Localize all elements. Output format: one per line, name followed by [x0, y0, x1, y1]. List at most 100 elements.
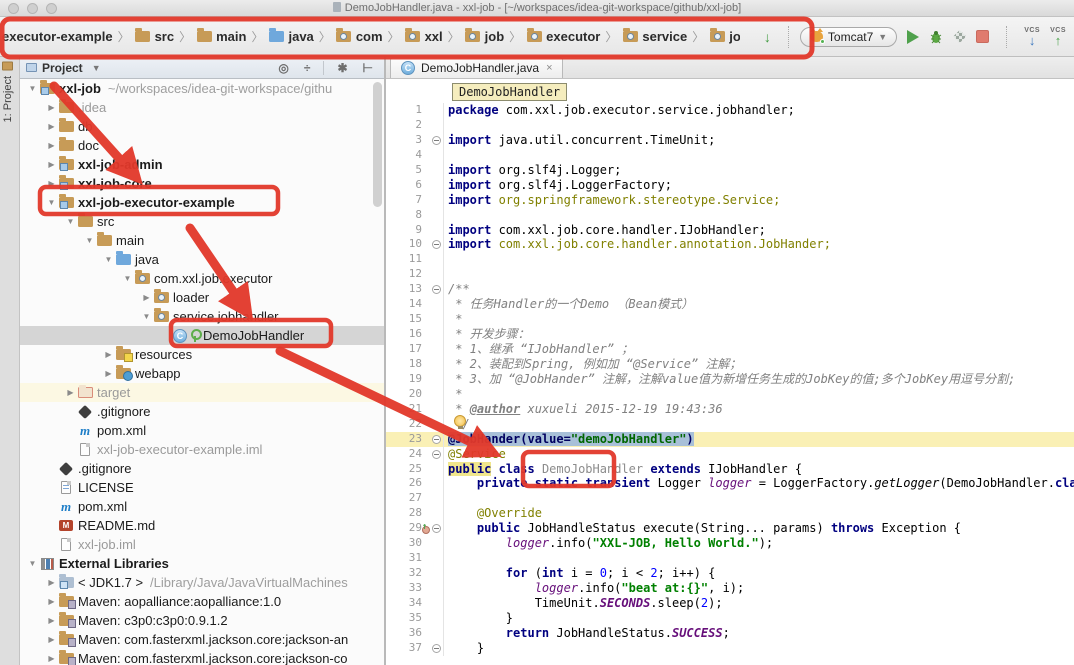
tree-expand-arrow-icon[interactable]: ▼: [83, 236, 96, 245]
fold-marker-icon[interactable]: [432, 285, 441, 294]
tool-window-tab-project[interactable]: 1: Project: [2, 61, 14, 122]
tree-item-java[interactable]: ▼java: [20, 250, 384, 269]
tree-item-db[interactable]: ▶db: [20, 117, 384, 136]
tree-expand-arrow-icon[interactable]: ▼: [45, 198, 58, 207]
breadcrumb-item-job[interactable]: job: [465, 29, 505, 44]
tree-collapse-arrow-icon[interactable]: ▶: [102, 350, 115, 359]
tree-collapse-arrow-icon[interactable]: ▶: [45, 103, 58, 112]
tree-item-demojobhandler[interactable]: DemoJobHandler: [20, 326, 384, 345]
tree-collapse-arrow-icon[interactable]: ▶: [45, 654, 58, 663]
tree-expand-arrow-icon[interactable]: ▼: [102, 255, 115, 264]
tree-collapse-arrow-icon[interactable]: ▶: [102, 369, 115, 378]
locate-file-icon[interactable]: ◎: [278, 62, 288, 74]
tree-scrollbar[interactable]: [373, 82, 382, 207]
chevron-down-icon[interactable]: ▼: [92, 63, 101, 73]
breadcrumb-item-executor[interactable]: executor: [526, 29, 600, 44]
breadcrumb-item-java[interactable]: java: [268, 29, 313, 44]
breadcrumb-item-service[interactable]: service: [622, 29, 687, 44]
tree-item-idea[interactable]: ▶.idea: [20, 98, 384, 117]
fold-marker-icon[interactable]: [432, 435, 441, 444]
vcs-update-button[interactable]: VCS↓: [1024, 27, 1040, 47]
breadcrumb-item-jobhandler[interactable]: jobhandler: [709, 29, 740, 44]
toolbar-separator: [788, 26, 789, 48]
editor-tab-demojobhandler[interactable]: DemoJobHandler.java ×: [390, 57, 563, 78]
tree-expand-arrow-icon[interactable]: ▼: [64, 217, 77, 226]
tree-item-license[interactable]: LICENSE: [20, 478, 384, 497]
code-editor[interactable]: DemoJobHandler 1package com.xxl.job.exec…: [386, 79, 1074, 665]
tree-collapse-arrow-icon[interactable]: ▶: [45, 160, 58, 169]
breadcrumb-item-main[interactable]: main: [196, 29, 246, 44]
fold-marker-icon[interactable]: [432, 240, 441, 249]
fold-marker-icon[interactable]: [432, 450, 441, 459]
tree-collapse-arrow-icon[interactable]: ▶: [45, 179, 58, 188]
override-method-icon[interactable]: [421, 523, 430, 534]
tree-item-maven-aopalliance-aopalliance-1-0[interactable]: ▶Maven: aopalliance:aopalliance:1.0: [20, 592, 384, 611]
tree-expand-arrow-icon[interactable]: ▼: [26, 84, 39, 93]
gutter-icons: [422, 163, 444, 178]
collapse-all-icon[interactable]: ÷: [304, 62, 311, 74]
tree-item-maven-c3p0-c3p0-0-9-1-2[interactable]: ▶Maven: c3p0:c3p0:0.9.1.2: [20, 611, 384, 630]
fold-marker-icon[interactable]: [432, 644, 441, 653]
tree-item-pom-xml[interactable]: pom.xml: [20, 421, 384, 440]
settings-gear-icon[interactable]: ✱: [337, 62, 347, 74]
tree-item-loader[interactable]: ▶loader: [20, 288, 384, 307]
tree-expand-arrow-icon[interactable]: ▼: [140, 312, 153, 321]
line-number: 12: [386, 267, 422, 282]
tree-collapse-arrow-icon[interactable]: ▶: [45, 578, 58, 587]
tree-item-webapp[interactable]: ▶webapp: [20, 364, 384, 383]
tree-collapse-arrow-icon[interactable]: ▶: [45, 616, 58, 625]
tree-collapse-arrow-icon[interactable]: ▶: [45, 141, 58, 150]
tree-collapse-arrow-icon[interactable]: ▶: [64, 388, 77, 397]
code-line-23: 23@JobHander(value="demoJobHandler"): [386, 432, 1074, 447]
tree-item-doc[interactable]: ▶doc: [20, 136, 384, 155]
tree-item-external-libraries[interactable]: ▼External Libraries: [20, 554, 384, 573]
tree-item-xxl-job-core[interactable]: ▶xxl-job-core: [20, 174, 384, 193]
tree-item-target[interactable]: ▶target: [20, 383, 384, 402]
fold-marker-icon[interactable]: [432, 136, 441, 145]
breadcrumb-item-xxl[interactable]: xxl: [405, 29, 443, 44]
tree-item-xxl-job-executor-example[interactable]: ▼xxl-job-executor-example: [20, 193, 384, 212]
close-tab-icon[interactable]: ×: [546, 62, 552, 74]
fold-marker-icon[interactable]: [432, 524, 441, 533]
tree-item-xxl-job[interactable]: ▼xxl-job~/workspaces/idea-git-workspace/…: [20, 79, 384, 98]
breadcrumb-item-executor-example[interactable]: executor-example: [2, 29, 113, 44]
run-with-coverage-button[interactable]: [953, 30, 966, 43]
breadcrumb-item-src[interactable]: src: [135, 29, 175, 44]
breadcrumb-item-com[interactable]: com: [336, 29, 383, 44]
tree-item-readme-md[interactable]: README.md: [20, 516, 384, 535]
tree-item-label: .gitignore: [97, 404, 150, 419]
code-line-17: 17 * 1、继承 “IJobHandler” ；: [386, 342, 1074, 357]
tree-collapse-arrow-icon[interactable]: ▶: [140, 293, 153, 302]
tree-item-xxl-job-iml[interactable]: xxl-job.iml: [20, 535, 384, 554]
tree-item-maven-com-fasterxml-jackson-core-jackson-co[interactable]: ▶Maven: com.fasterxml.jackson.core:jacks…: [20, 649, 384, 665]
intention-bulb-icon[interactable]: [454, 415, 466, 427]
tree-collapse-arrow-icon[interactable]: ▶: [45, 635, 58, 644]
tree-expand-arrow-icon[interactable]: ▼: [26, 559, 39, 568]
tree-item-src[interactable]: ▼src: [20, 212, 384, 231]
webapp-icon: [115, 366, 131, 381]
gutter-icons: [422, 178, 444, 193]
run-configuration-select[interactable]: Tomcat7 ▼: [800, 27, 897, 47]
line-number: 9: [386, 223, 422, 238]
hide-panel-icon[interactable]: ⊢: [363, 62, 373, 74]
vcs-commit-button[interactable]: VCS↑: [1050, 27, 1066, 47]
tree-collapse-arrow-icon[interactable]: ▶: [45, 122, 58, 131]
tree-item-service-jobhandler[interactable]: ▼service.jobhandler: [20, 307, 384, 326]
tree-item-resources[interactable]: ▶resources: [20, 345, 384, 364]
tree-collapse-arrow-icon[interactable]: ▶: [45, 597, 58, 606]
tree-item-gitignore[interactable]: .gitignore: [20, 402, 384, 421]
tree-item-main[interactable]: ▼main: [20, 231, 384, 250]
tree-item-com-xxl-job-executor[interactable]: ▼com.xxl.job.executor: [20, 269, 384, 288]
tree-item-maven-com-fasterxml-jackson-core-jackson-an[interactable]: ▶Maven: com.fasterxml.jackson.core:jacks…: [20, 630, 384, 649]
tree-item-pom-xml[interactable]: pom.xml: [20, 497, 384, 516]
navbar-down-arrow-icon[interactable]: ↓: [764, 29, 771, 45]
tree-item-jdk1-7[interactable]: ▶< JDK1.7 >/Library/Java/JavaVirtualMach…: [20, 573, 384, 592]
stop-button[interactable]: [976, 30, 989, 43]
tree-item-xxl-job-admin[interactable]: ▶xxl-job-admin: [20, 155, 384, 174]
gutter-icons: [422, 342, 444, 357]
tree-item-xxl-job-executor-example-iml[interactable]: xxl-job-executor-example.iml: [20, 440, 384, 459]
debug-button[interactable]: [929, 30, 943, 44]
tree-expand-arrow-icon[interactable]: ▼: [121, 274, 134, 283]
run-button[interactable]: [907, 30, 919, 44]
tree-item-gitignore[interactable]: .gitignore: [20, 459, 384, 478]
